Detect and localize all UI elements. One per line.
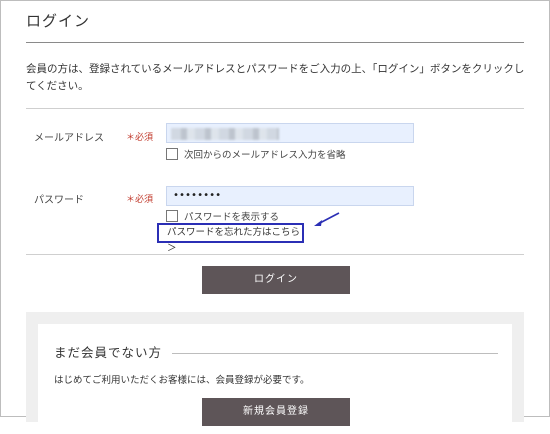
title-divider [26, 42, 524, 43]
register-text: はじめてご利用いただくお客様には、会員登録が必要です。 [54, 375, 310, 386]
email-value-blurred [171, 128, 279, 140]
save-email-checkbox[interactable] [166, 148, 178, 160]
save-email-label: 次回からのメールアドレス入力を省略 [184, 150, 346, 161]
login-button[interactable]: ログイン [202, 266, 350, 294]
section-divider [26, 108, 524, 109]
register-title-divider [172, 353, 498, 354]
register-title: まだ会員でない方 [54, 345, 163, 360]
password-field[interactable]: •••••••• [166, 186, 414, 206]
intro-text: 会員の方は、登録されているメールアドレスとパスワードをご入力の上、「ログイン」ボ… [26, 63, 525, 92]
show-password-label: パスワードを表示する [184, 212, 280, 223]
password-required-badge: ＊必須 [126, 195, 154, 205]
forgot-password-link[interactable]: パスワードを忘れた方はこちら ＞ [157, 223, 304, 254]
email-field[interactable] [166, 123, 414, 143]
email-label: メールアドレス [34, 133, 104, 144]
show-password-checkbox[interactable] [166, 210, 178, 222]
form-divider [26, 254, 524, 255]
arrow-annotation-icon [314, 212, 340, 226]
register-button[interactable]: 新規会員登録 [202, 398, 350, 426]
password-label: パスワード [34, 195, 84, 206]
save-email-option[interactable]: 次回からのメールアドレス入力を省略 [166, 147, 346, 161]
show-password-option[interactable]: パスワードを表示する [166, 209, 279, 223]
email-required-badge: ＊必須 [126, 133, 154, 143]
page-title: ログイン [26, 12, 91, 30]
